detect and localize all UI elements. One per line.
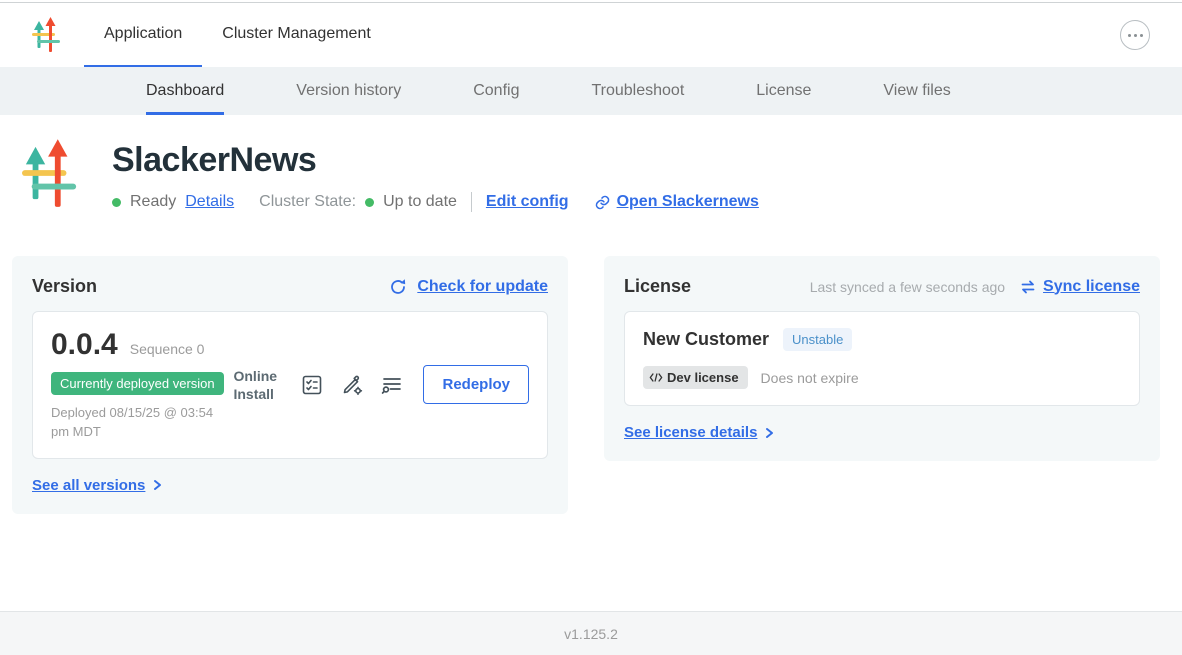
- overflow-menu-button[interactable]: [1120, 20, 1150, 50]
- app-footer: v1.125.2: [0, 611, 1182, 655]
- external-link-chain-icon: [594, 194, 611, 211]
- config-tools-icon[interactable]: [339, 372, 365, 398]
- redeploy-button[interactable]: Redeploy: [423, 365, 529, 404]
- version-actions: Online Install: [233, 365, 529, 404]
- subnav-tab-view-files[interactable]: View files: [847, 67, 986, 115]
- license-card-header: License Last synced a few seconds ago Sy…: [624, 276, 1140, 297]
- app-icon: [22, 139, 80, 209]
- last-synced-text: Last synced a few seconds ago: [810, 279, 1005, 295]
- chevron-right-icon: [150, 478, 164, 492]
- version-number: 0.0.4: [51, 328, 118, 362]
- deployed-status-badge: Currently deployed version: [51, 372, 224, 395]
- open-app-link[interactable]: Open Slackernews: [594, 193, 759, 211]
- license-header-actions: Last synced a few seconds ago Sync licen…: [810, 278, 1140, 296]
- tab-application[interactable]: Application: [84, 3, 202, 67]
- see-all-versions-link[interactable]: See all versions: [32, 477, 145, 494]
- license-card-title: License: [624, 276, 691, 297]
- deploy-logs-icon[interactable]: [379, 372, 405, 398]
- see-license-details-link[interactable]: See license details: [624, 424, 757, 441]
- ellipsis-icon: [1128, 34, 1131, 37]
- subnav-tab-version-history[interactable]: Version history: [260, 67, 437, 115]
- app-subnav: Dashboard Version history Config Trouble…: [0, 67, 1182, 115]
- tab-cluster-management-label: Cluster Management: [222, 25, 371, 43]
- topnav-tabs: Application Cluster Management: [84, 3, 391, 67]
- refresh-icon: [389, 278, 407, 296]
- top-navbar: Application Cluster Management: [0, 3, 1182, 67]
- brand-logo-icon: [32, 17, 62, 53]
- license-type-badge: Dev license: [643, 366, 748, 389]
- app-hero: SlackerNews Ready Details Cluster State:…: [22, 139, 1160, 212]
- channel-badge: Unstable: [783, 328, 852, 351]
- edit-config-link[interactable]: Edit config: [486, 193, 569, 211]
- sync-license-label: Sync license: [1043, 278, 1140, 296]
- current-version-panel: 0.0.4 Sequence 0 Currently deployed vers…: [32, 311, 548, 459]
- version-card-title: Version: [32, 276, 97, 297]
- cluster-state-value: Up to date: [383, 193, 457, 211]
- preflight-checks-icon[interactable]: [299, 372, 325, 398]
- license-details-panel: New Customer Unstable Dev license Does n…: [624, 311, 1140, 406]
- status-divider: [471, 192, 472, 212]
- brand-logo[interactable]: [32, 3, 62, 67]
- dashboard-main: SlackerNews Ready Details Cluster State:…: [0, 115, 1182, 611]
- see-all-versions-row: See all versions: [32, 477, 548, 494]
- dashboard-cards: Version Check for update 0.0.4 Sequence …: [12, 256, 1160, 514]
- chevron-right-icon: [762, 426, 776, 440]
- current-version-info: 0.0.4 Sequence 0 Currently deployed vers…: [51, 328, 233, 442]
- check-for-update-label: Check for update: [417, 278, 548, 296]
- app-status-dot: [112, 198, 121, 207]
- console-version: v1.125.2: [564, 626, 618, 642]
- topbar-right: [1120, 3, 1150, 67]
- license-type-label: Dev license: [667, 370, 739, 385]
- subnav-tab-dashboard[interactable]: Dashboard: [110, 67, 260, 115]
- install-type-label: Online Install: [233, 367, 285, 403]
- sync-icon: [1019, 278, 1037, 296]
- code-icon: [649, 372, 663, 383]
- cluster-state-label: Cluster State:: [259, 193, 356, 211]
- version-card-header: Version Check for update: [32, 276, 548, 297]
- subnav-tab-troubleshoot[interactable]: Troubleshoot: [555, 67, 720, 115]
- sync-license-link[interactable]: Sync license: [1019, 278, 1140, 296]
- version-sequence: Sequence 0: [130, 341, 205, 357]
- license-card: License Last synced a few seconds ago Sy…: [604, 256, 1160, 461]
- cluster-state-dot: [365, 198, 374, 207]
- app-hero-text: SlackerNews Ready Details Cluster State:…: [112, 139, 759, 212]
- license-expiry: Does not expire: [761, 370, 859, 386]
- version-card: Version Check for update 0.0.4 Sequence …: [12, 256, 568, 514]
- app-status-row: Ready Details Cluster State: Up to date …: [112, 192, 759, 212]
- subnav-tab-license[interactable]: License: [720, 67, 847, 115]
- tab-application-label: Application: [104, 25, 182, 43]
- page-title: SlackerNews: [112, 141, 759, 180]
- open-app-label: Open Slackernews: [617, 193, 759, 211]
- details-link[interactable]: Details: [185, 193, 234, 211]
- customer-name: New Customer: [643, 329, 769, 350]
- tab-cluster-management[interactable]: Cluster Management: [202, 3, 391, 67]
- deployed-timestamp: Deployed 08/15/25 @ 03:54 pm MDT: [51, 404, 233, 442]
- app-status-text: Ready: [130, 193, 176, 211]
- check-for-update-link[interactable]: Check for update: [389, 278, 548, 296]
- subnav-tab-config[interactable]: Config: [437, 67, 555, 115]
- see-license-details-row: See license details: [624, 424, 1140, 441]
